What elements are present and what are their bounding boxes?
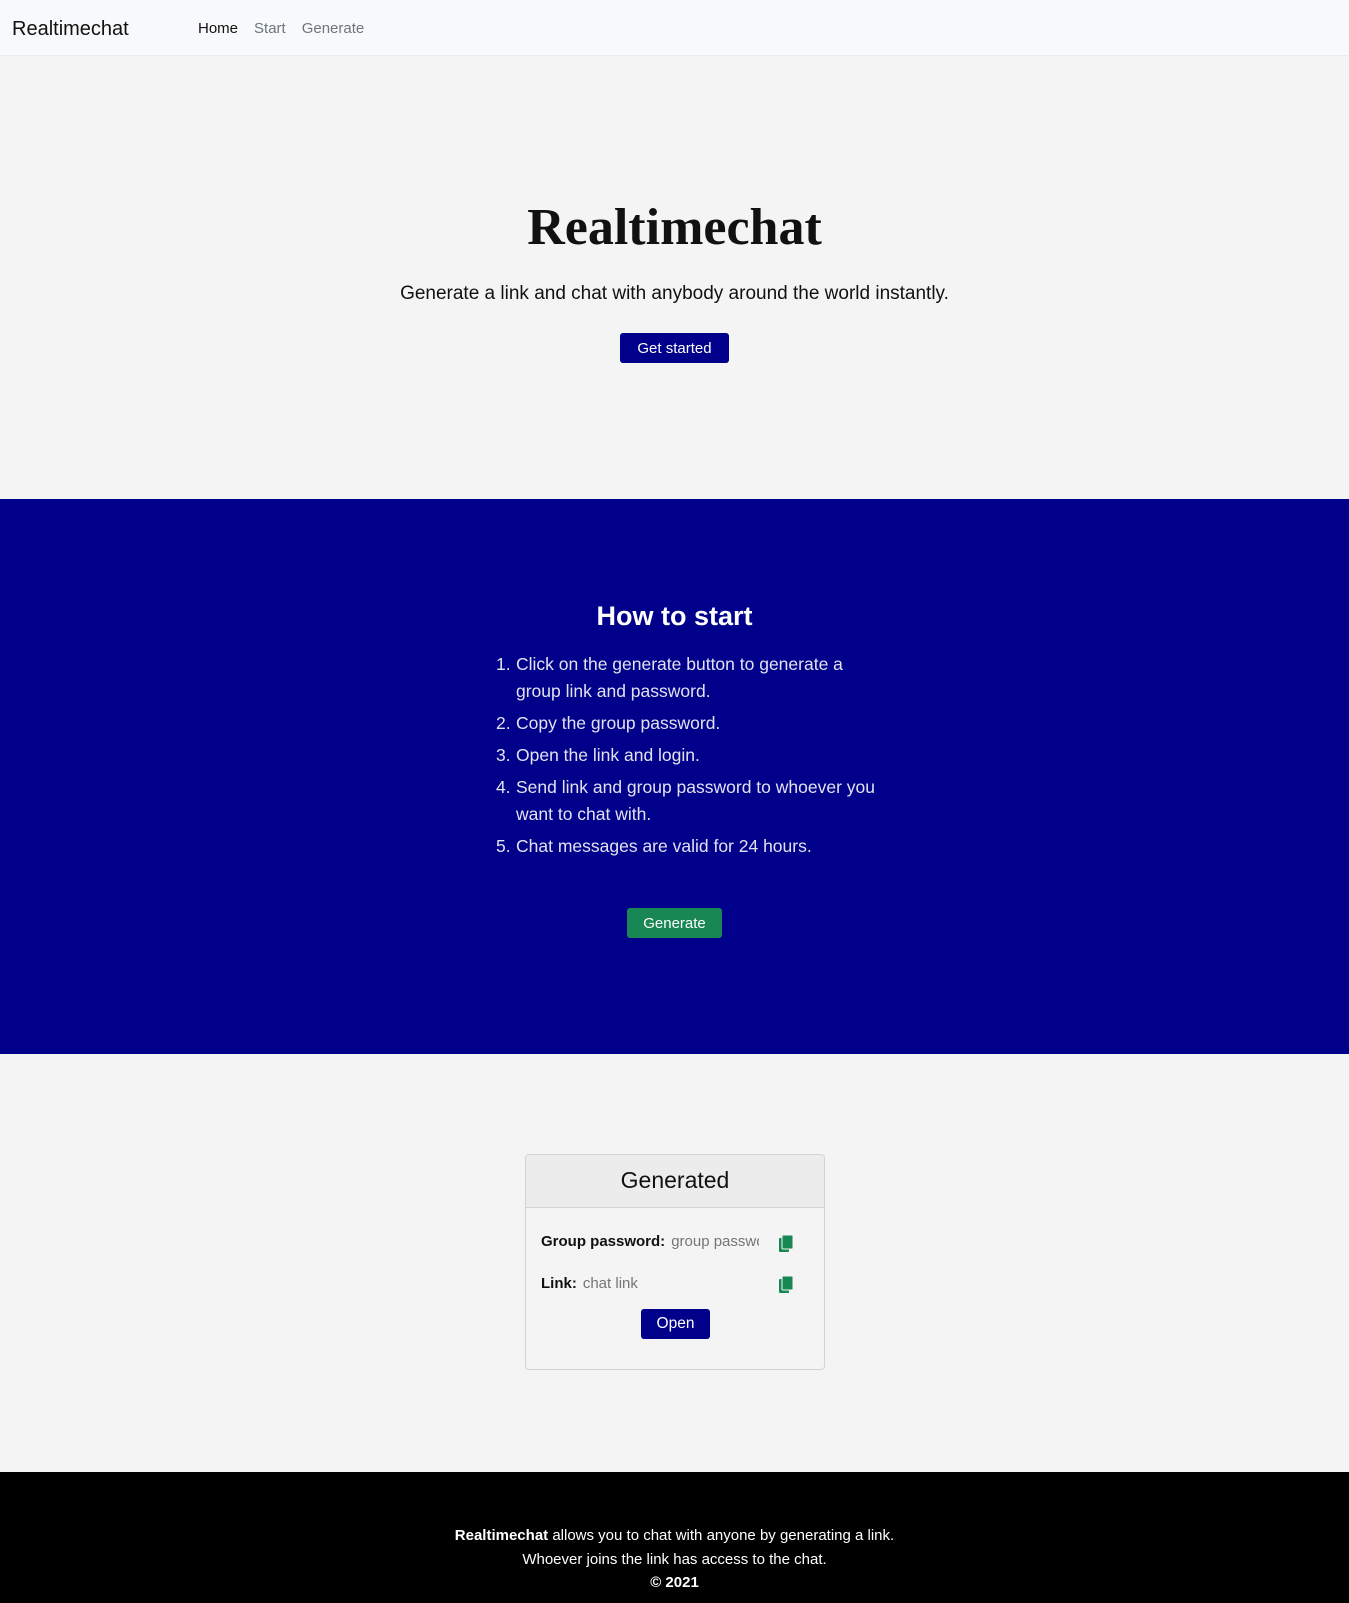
list-item: 3. Open the link and login. [496,742,876,769]
step-number: 3. [496,745,511,765]
step-text: Send link and group password to whoever … [516,777,875,824]
step-text: Chat messages are valid for 24 hours. [516,836,812,856]
footer-line-2: Whoever joins the link has access to the… [522,1550,827,1568]
hero-subtitle: Generate a link and chat with anybody ar… [400,283,949,304]
step-text: Open the link and login. [516,745,700,765]
steps-list: 1. Click on the generate button to genera… [496,651,876,865]
navbar: Realtimechat Home Start Generate [0,0,1349,56]
hero-title: Realtimechat [527,199,822,256]
footer-line-1: Realtimechat allows you to chat with any… [0,1524,1349,1548]
nav-link-generate[interactable]: Generate [302,20,365,37]
generated-card: Generated Group password: Link: Open [525,1154,825,1370]
list-item: 2. Copy the group password. [496,710,876,737]
footer-brand: Realtimechat [454,1527,549,1544]
list-item: 4. Send link and group password to whoeve… [496,774,876,828]
list-item: 1. Click on the generate button to genera… [496,651,876,705]
nav-link-home[interactable]: Home [198,20,238,37]
footer: Realtimechat allows you to chat with any… [0,1472,1349,1603]
generated-card-title: Generated [526,1155,824,1208]
hero-section: Realtimechat Generate a link and chat wi… [0,56,1349,499]
footer-text: Realtimechat allows you to chat with any… [0,1524,1349,1595]
link-row: Link: [541,1275,763,1292]
group-password-field[interactable] [671,1233,760,1250]
footer-line-1-text: allows you to chat with anyone by genera… [548,1527,895,1544]
step-text: Copy the group password. [516,713,721,733]
how-to-start-section: How to start 1. Click on the generate but… [0,499,1349,1054]
nav-link-start[interactable]: Start [254,20,286,37]
generate-button[interactable]: Generate [627,908,722,938]
nav-links: Home Start Generate [198,20,364,37]
copyright-text: © 2021 [650,1574,699,1591]
chat-link-field[interactable] [582,1275,763,1292]
step-number: 4. [496,777,511,797]
step-text: Click on the generate button to generate… [516,654,843,701]
navbar-brand[interactable]: Realtimechat [12,18,129,41]
get-started-button[interactable]: Get started [620,333,729,363]
how-to-start-title: How to start [596,601,753,631]
link-label: Link: [541,1275,577,1292]
list-item: 5. Chat messages are valid for 24 hours. [496,833,876,860]
step-number: 2. [496,713,511,733]
step-number: 5. [496,836,511,856]
open-button[interactable]: Open [641,1309,710,1339]
group-password-row: Group password: [541,1233,760,1250]
footer-copyright: © 2021 [0,1571,1349,1595]
group-password-label: Group password: [541,1233,666,1250]
step-number: 1. [496,654,511,674]
copy-link-icon[interactable] [779,1276,793,1293]
copy-password-icon[interactable] [779,1235,793,1252]
